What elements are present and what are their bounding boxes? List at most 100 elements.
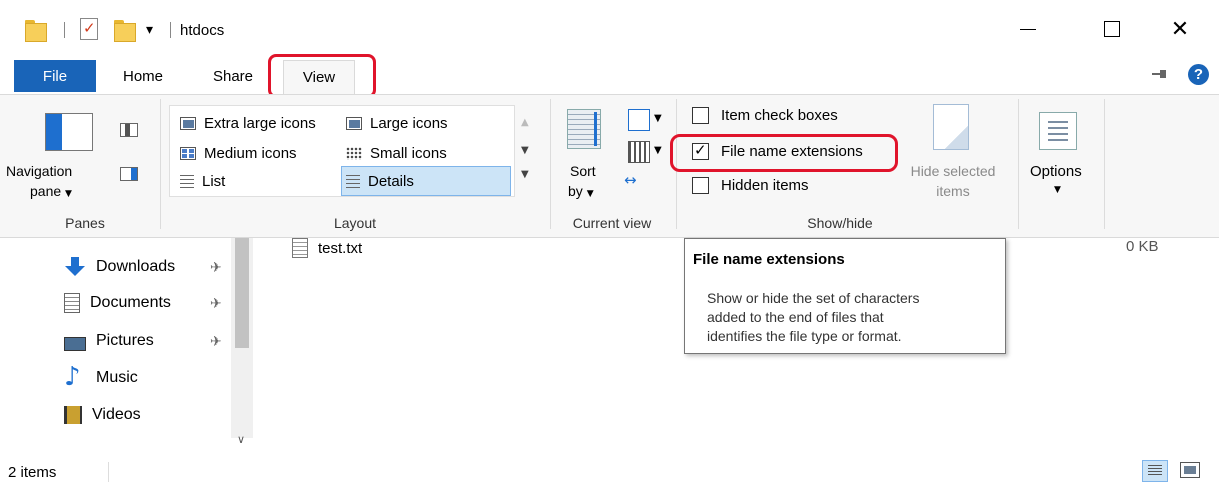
file-size: 0 KB bbox=[1126, 238, 1159, 255]
tooltip-line: added to the end of files that bbox=[707, 309, 884, 325]
pictures-icon bbox=[64, 337, 86, 351]
tooltip-body: Show or hide the set of characters added… bbox=[707, 289, 997, 346]
group-label-panes: Panes bbox=[65, 215, 105, 231]
preview-pane-icon[interactable] bbox=[120, 123, 138, 137]
list-icon bbox=[180, 174, 194, 188]
item-check-boxes-checkbox[interactable] bbox=[692, 107, 709, 124]
options-label[interactable]: Options bbox=[1030, 163, 1082, 180]
add-columns-icon[interactable] bbox=[628, 141, 650, 163]
navigation-pane-icon[interactable] bbox=[45, 113, 93, 151]
customize-toolbar-icon[interactable]: ▾ bbox=[146, 22, 153, 38]
scroll-down-icon[interactable]: ∨ bbox=[237, 433, 245, 446]
pin-ribbon-icon[interactable] bbox=[1152, 70, 1168, 78]
options-dropdown-icon[interactable]: ▼ bbox=[1054, 185, 1061, 195]
layout-item-label: Details bbox=[368, 172, 414, 190]
sort-by-icon[interactable] bbox=[567, 109, 601, 149]
layout-extra-large-icons[interactable]: Extra large icons bbox=[180, 110, 316, 136]
group-label-layout: Layout bbox=[333, 215, 377, 231]
tooltip-title: File name extensions bbox=[693, 251, 845, 268]
options-icon[interactable] bbox=[1039, 112, 1077, 150]
main-area: Downloads ✈ Documents ✈ Pictures ✈ Music… bbox=[0, 238, 1219, 448]
nav-item-downloads[interactable]: Downloads bbox=[64, 254, 175, 280]
ribbon-tabs: File Home Share View bbox=[0, 56, 1219, 94]
music-icon bbox=[64, 362, 86, 392]
scroll-up-icon[interactable]: ▲ bbox=[521, 117, 529, 128]
layout-small-icons[interactable]: Small icons bbox=[346, 140, 447, 166]
sort-by-label-text: by bbox=[568, 183, 583, 199]
nav-item-pictures[interactable]: Pictures bbox=[64, 328, 154, 354]
layout-medium-icons[interactable]: Medium icons bbox=[180, 140, 297, 166]
layout-item-label: Extra large icons bbox=[204, 114, 316, 132]
extra-large-icons-icon bbox=[180, 116, 196, 130]
nav-item-documents[interactable]: Documents bbox=[64, 290, 171, 316]
dropdown-arrow-icon[interactable]: ▼ bbox=[654, 145, 662, 156]
item-count: 2 items bbox=[8, 464, 57, 481]
sort-by-label-2[interactable]: by ▼ bbox=[568, 183, 594, 199]
tab-share[interactable]: Share bbox=[198, 60, 268, 92]
layout-item-label: List bbox=[202, 172, 226, 190]
dropdown-arrow-icon: ▼ bbox=[586, 189, 594, 199]
layout-item-label: Small icons bbox=[370, 144, 447, 162]
folder-icon bbox=[25, 18, 47, 42]
nav-item-music[interactable]: Music bbox=[64, 362, 138, 392]
navigation-pane-label-2[interactable]: pane ▼ bbox=[30, 183, 72, 199]
scrollbar-thumb[interactable] bbox=[235, 238, 249, 348]
group-label-current-view: Current view bbox=[572, 215, 652, 231]
details-pane-icon[interactable] bbox=[120, 167, 138, 181]
tooltip-line: Show or hide the set of characters bbox=[707, 290, 920, 306]
download-icon bbox=[64, 257, 86, 277]
layout-large-icons[interactable]: Large icons bbox=[346, 110, 448, 136]
properties-icon[interactable] bbox=[80, 18, 98, 40]
hide-selected-items-label-2: items bbox=[936, 183, 970, 199]
size-columns-icon[interactable]: ↔ bbox=[624, 171, 637, 189]
status-bar: 2 items bbox=[0, 456, 1219, 488]
nav-scrollbar[interactable]: ∨ bbox=[231, 238, 253, 446]
toolbar-divider bbox=[64, 22, 65, 38]
sort-by-label[interactable]: Sort bbox=[570, 163, 596, 179]
details-view-button[interactable] bbox=[1142, 460, 1168, 482]
pin-icon[interactable]: ✈ bbox=[210, 296, 222, 312]
scroll-down-icon[interactable]: ▼ bbox=[521, 145, 529, 156]
large-icons-view-button[interactable] bbox=[1180, 462, 1200, 478]
help-icon[interactable]: ? bbox=[1188, 64, 1209, 85]
hidden-items-label[interactable]: Hidden items bbox=[721, 177, 809, 194]
dropdown-arrow-icon: ▼ bbox=[65, 189, 72, 199]
medium-icons-icon bbox=[180, 146, 196, 160]
nav-item-label: Documents bbox=[90, 294, 171, 311]
group-divider bbox=[1018, 99, 1019, 229]
videos-icon bbox=[64, 406, 82, 424]
group-divider bbox=[550, 99, 551, 229]
navigation-pane-label[interactable]: Navigation bbox=[6, 163, 72, 179]
hide-selected-items-label: Hide selected bbox=[910, 163, 996, 179]
tab-file[interactable]: File bbox=[14, 60, 96, 92]
group-divider bbox=[160, 99, 161, 229]
layout-item-label: Medium icons bbox=[204, 144, 297, 162]
file-row[interactable]: test.txt bbox=[292, 238, 362, 258]
expand-gallery-icon[interactable]: ▼ bbox=[521, 169, 529, 180]
layout-details[interactable]: Details bbox=[346, 168, 414, 194]
minimize-button[interactable] bbox=[1013, 14, 1043, 44]
pin-icon[interactable]: ✈ bbox=[210, 334, 222, 350]
pin-icon[interactable]: ✈ bbox=[210, 260, 222, 276]
tooltip: File name extensions Show or hide the se… bbox=[684, 238, 1006, 354]
nav-item-label: Videos bbox=[92, 406, 141, 423]
group-by-icon[interactable] bbox=[628, 109, 650, 131]
tab-home[interactable]: Home bbox=[111, 60, 175, 92]
hidden-items-checkbox[interactable] bbox=[692, 177, 709, 194]
highlight-file-name-extensions bbox=[670, 134, 898, 172]
item-check-boxes-label[interactable]: Item check boxes bbox=[721, 107, 838, 124]
nav-item-label: Pictures bbox=[96, 332, 154, 349]
dropdown-arrow-icon[interactable]: ▼ bbox=[654, 113, 662, 124]
small-icons-icon bbox=[346, 146, 362, 160]
maximize-button[interactable] bbox=[1097, 14, 1127, 44]
highlight-view-tab bbox=[268, 54, 376, 98]
nav-item-videos[interactable]: Videos bbox=[64, 402, 141, 428]
title-bar: ▾ htdocs ✕ bbox=[0, 0, 1219, 56]
layout-list[interactable]: List bbox=[180, 168, 225, 194]
large-icons-icon bbox=[346, 116, 362, 130]
file-name: test.txt bbox=[318, 239, 363, 257]
layout-gallery-scroll: ▲ ▼ ▼ bbox=[515, 105, 535, 197]
layout-gallery: Extra large icons Large icons Medium ico… bbox=[169, 105, 515, 197]
new-folder-icon[interactable] bbox=[114, 18, 136, 42]
close-button[interactable]: ✕ bbox=[1165, 14, 1195, 44]
